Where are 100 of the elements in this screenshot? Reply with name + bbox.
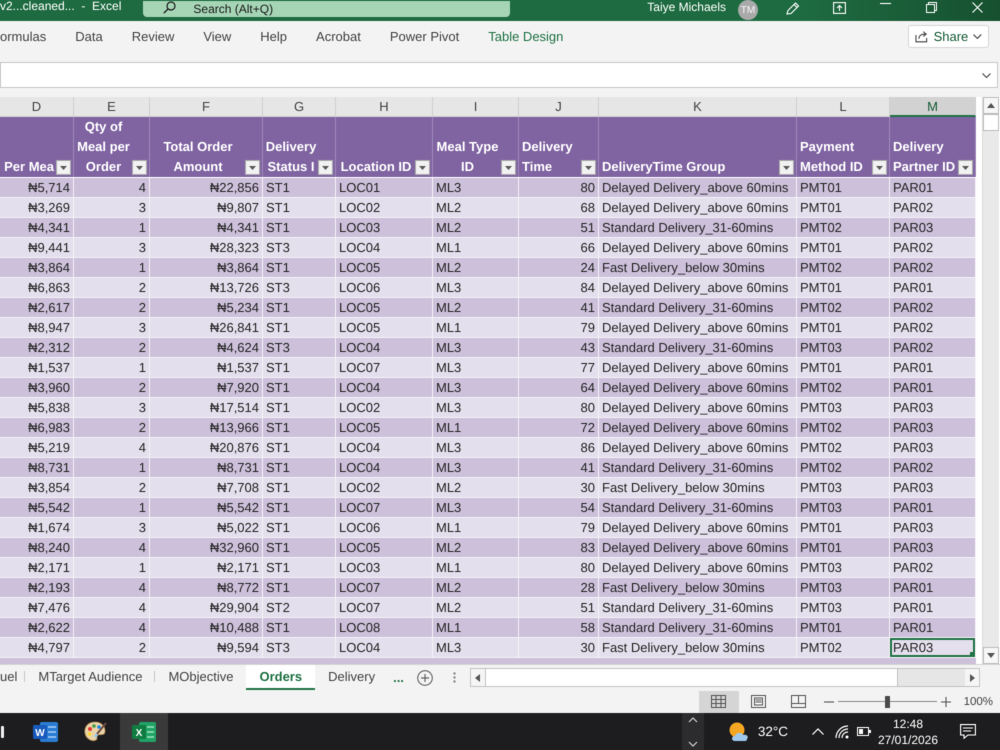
- column-heading: Delivery Status I: [266, 138, 316, 176]
- scroll-up-button[interactable]: [983, 97, 999, 114]
- column-heading: Location ID: [340, 158, 412, 176]
- taskbar-app-button[interactable]: X: [120, 713, 168, 750]
- column-letter[interactable]: K: [599, 97, 797, 117]
- ribbon-tab[interactable]: Power Pivot: [390, 21, 460, 52]
- cut-off-app-icon[interactable]: [0, 726, 5, 738]
- column-letter[interactable]: I: [433, 97, 519, 117]
- caret-icon: [585, 166, 592, 170]
- share-button[interactable]: Share: [908, 25, 989, 48]
- ribbon-tab[interactable]: Help: [260, 21, 288, 52]
- more-sheets-button[interactable]: ...: [388, 665, 409, 690]
- column-heading: Payment Method ID: [800, 138, 863, 176]
- filter-button[interactable]: [958, 160, 973, 175]
- normal-view-button[interactable]: [698, 690, 739, 712]
- caret-icon: [962, 166, 969, 170]
- up-down-chevron-icon: [688, 716, 698, 746]
- sheet-tab[interactable]: Orders: [246, 665, 316, 690]
- column-letter[interactable]: E: [74, 97, 150, 117]
- notification-icon[interactable]: [960, 724, 976, 739]
- triangle-up-icon: [987, 103, 995, 108]
- table-cell: PAR01: [890, 618, 976, 638]
- scrollbar-thumb[interactable]: [983, 114, 999, 131]
- caret-icon: [249, 166, 256, 170]
- taskbar-app-button[interactable]: W: [22, 713, 70, 750]
- taskbar-scroll-button[interactable]: [682, 713, 704, 750]
- column-heading: Delivery Partner ID: [893, 138, 956, 176]
- clock-panel[interactable]: 12:48 27/01/2026: [878, 716, 938, 748]
- filter-button[interactable]: [581, 160, 596, 175]
- caret-icon: [136, 166, 143, 170]
- filter-button[interactable]: [779, 160, 794, 175]
- caret-icon: [783, 166, 790, 170]
- column-heading: DeliveryTime Group: [602, 158, 726, 176]
- filter-button[interactable]: [318, 160, 333, 175]
- scroll-down-button[interactable]: [983, 647, 999, 664]
- table-cell: PAR03: [890, 638, 976, 658]
- triangle-right-icon: [970, 674, 974, 682]
- horizontal-scrollbar[interactable]: [470, 668, 980, 687]
- filter-button[interactable]: [872, 160, 887, 175]
- plus-circle-icon[interactable]: [416, 670, 433, 686]
- sheet-tab[interactable]: Delivery: [315, 665, 388, 690]
- caret-icon: [505, 166, 512, 170]
- scroll-left-button[interactable]: [470, 669, 485, 686]
- ribbon-tab[interactable]: Table Design: [488, 21, 564, 52]
- paint-palette-icon: [83, 720, 107, 744]
- triangle-down-icon: [987, 653, 995, 658]
- column-letter[interactable]: L: [797, 97, 890, 117]
- formula-bar-field[interactable]: [0, 62, 998, 88]
- sheet-tab[interactable]: MObjective: [155, 665, 246, 690]
- sheet-tab[interactable]: uel: [0, 665, 26, 690]
- filter-button[interactable]: [415, 160, 430, 175]
- pen-icon: [786, 2, 800, 15]
- search-field[interactable]: Search (Alt+Q): [143, 1, 510, 17]
- filter-button[interactable]: [501, 160, 516, 175]
- fill-handle[interactable]: [970, 652, 975, 657]
- column-heading: Total Order Amount: [163, 138, 233, 176]
- grid-icon: [711, 695, 726, 708]
- share-icon: [915, 30, 929, 43]
- scroll-right-button[interactable]: [965, 669, 979, 686]
- sun-cloud-icon[interactable]: [728, 722, 750, 742]
- filter-button[interactable]: [132, 160, 147, 175]
- ribbon-tab[interactable]: Acrobat: [316, 21, 361, 52]
- ribbon-tab[interactable]: View: [203, 21, 232, 52]
- minimize-icon: [880, 2, 890, 5]
- filter-button[interactable]: [245, 160, 260, 175]
- column-letter[interactable]: M: [890, 97, 976, 117]
- column-heading: Qty of Meal per Order: [77, 118, 130, 176]
- page-icon: [751, 695, 766, 708]
- column-letter[interactable]: J: [519, 97, 599, 117]
- chevron-up-icon[interactable]: [812, 728, 824, 735]
- column-letter[interactable]: F: [150, 97, 263, 117]
- column-letter[interactable]: D: [0, 97, 74, 117]
- ribbon-tab[interactable]: ormulas: [0, 21, 46, 52]
- column-heading: Per Mea: [4, 158, 54, 176]
- clock-time: 12:48: [892, 716, 924, 732]
- clock-date: 27/01/2026: [878, 732, 938, 748]
- caret-icon: [419, 166, 426, 170]
- triangle-left-icon: [475, 674, 480, 682]
- column-heading: Delivery Time: [522, 138, 573, 176]
- caret-icon: [973, 34, 982, 39]
- restore-icon: [926, 2, 936, 13]
- battery-icon[interactable]: [857, 727, 871, 736]
- temperature-text: 32°C: [758, 724, 788, 739]
- close-icon: [972, 2, 982, 13]
- vertical-scrollbar[interactable]: [982, 97, 999, 664]
- column-letter[interactable]: H: [336, 97, 433, 117]
- ribbon-tab[interactable]: Data: [75, 21, 103, 52]
- plus-icon[interactable]: [940, 696, 951, 706]
- wifi-icon[interactable]: [835, 724, 851, 738]
- chevron-down-icon: [982, 72, 991, 78]
- column-letter[interactable]: G: [263, 97, 336, 117]
- filter-button[interactable]: [56, 160, 71, 175]
- sheet-tab[interactable]: MTarget Audience: [25, 665, 156, 690]
- vertical-dots-icon[interactable]: [452, 672, 456, 683]
- ribbon-tab[interactable]: Review: [132, 21, 174, 52]
- zoom-level-text: 100%: [964, 696, 994, 708]
- scrollbar-thumb[interactable]: [484, 669, 898, 686]
- zoom-slider-thumb[interactable]: [885, 696, 890, 708]
- caret-icon: [322, 166, 329, 170]
- page-break-icon: [791, 695, 806, 708]
